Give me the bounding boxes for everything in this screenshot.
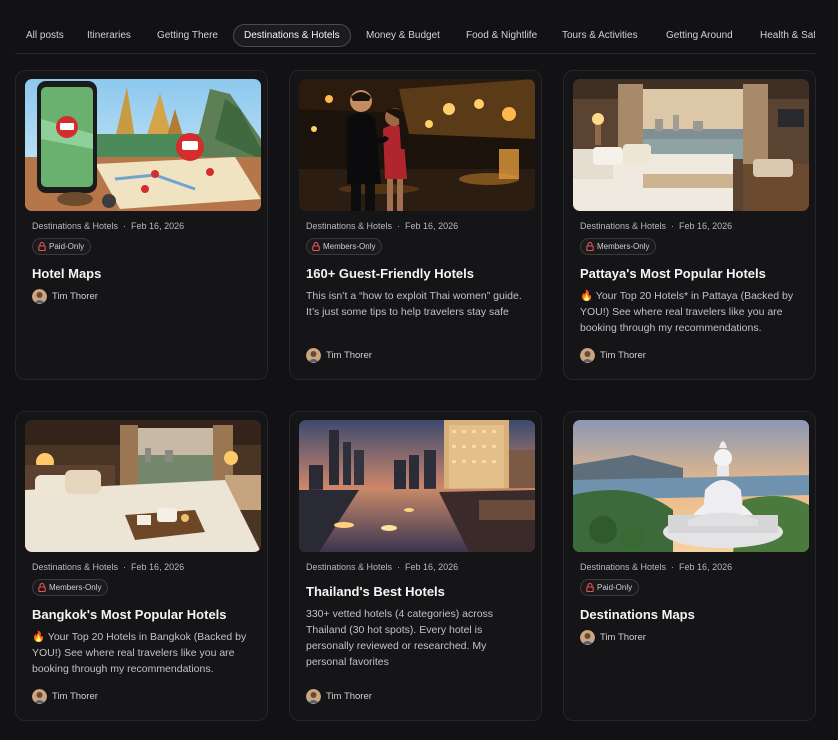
post-meta: Destinations & Hotels · Feb 16, 2026 [32,562,184,572]
access-badge: Members-Only [306,238,383,255]
post-title[interactable]: Destinations Maps [580,607,695,622]
post-category[interactable]: Destinations & Hotels [32,221,118,231]
post-card[interactable]: Destinations & Hotels · Feb 16, 2026 Membe… [15,411,268,721]
post-card[interactable]: Destinations & Hotels · Feb 16, 2026 Membe… [289,70,542,380]
tab-itineraries[interactable]: Itineraries [76,24,142,47]
tab-getting-around[interactable]: Getting Around [655,24,744,47]
meta-separator: · [123,562,127,572]
meta-separator: · [397,221,401,231]
access-badge: Members-Only [580,238,657,255]
post-title[interactable]: Hotel Maps [32,266,101,281]
post-author[interactable]: Tim Thorer [580,348,646,364]
category-tabs: All posts Itineraries Getting There Dest… [0,0,838,54]
post-date: Feb 16, 2026 [679,562,733,572]
post-title[interactable]: Thailand's Best Hotels [306,584,445,599]
avatar [580,630,595,645]
post-thumbnail[interactable] [299,420,535,552]
lock-icon [586,583,594,592]
post-thumbnail[interactable] [25,420,261,552]
post-title[interactable]: 160+ Guest-Friendly Hotels [306,266,474,281]
post-author[interactable]: Tim Thorer [32,689,98,705]
post-meta: Destinations & Hotels · Feb 16, 2026 [580,562,732,572]
lock-icon [38,583,46,592]
post-author[interactable]: Tim Thorer [32,289,98,305]
lock-icon [38,242,46,251]
access-label: Members-Only [49,583,102,592]
post-date: Feb 16, 2026 [131,221,185,231]
post-thumbnail[interactable] [25,79,261,211]
post-excerpt: This isn’t a “how to exploit Thai women”… [306,290,522,318]
tab-destinations-hotels[interactable]: Destinations & Hotels [233,24,351,47]
tab-money-budget[interactable]: Money & Budget [355,24,451,47]
meta-separator: · [671,221,675,231]
post-card[interactable]: Destinations & Hotels · Feb 16, 2026 Paid-… [15,70,268,380]
post-thumbnail[interactable] [299,79,535,211]
author-name: Tim Thorer [326,350,372,361]
post-author[interactable]: Tim Thorer [580,630,646,646]
post-category[interactable]: Destinations & Hotels [580,562,666,572]
access-label: Members-Only [597,242,650,251]
avatar [306,348,321,363]
post-date: Feb 16, 2026 [405,562,459,572]
meta-separator: · [397,562,401,572]
author-name: Tim Thorer [52,691,98,702]
access-badge: Paid-Only [32,238,92,255]
post-thumbnail[interactable] [573,79,809,211]
meta-separator: · [123,221,127,231]
post-meta: Destinations & Hotels · Feb 16, 2026 [580,221,732,231]
access-label: Paid-Only [49,242,85,251]
post-card[interactable]: Destinations & Hotels · Feb 16, 2026 Paid-… [563,411,816,721]
access-label: Members-Only [323,242,376,251]
post-excerpt: 🔥 Your Top 20 Hotels* in Pattaya (Backed… [580,290,794,334]
post-date: Feb 16, 2026 [131,562,185,572]
post-date: Feb 16, 2026 [679,221,733,231]
avatar [306,689,321,704]
post-meta: Destinations & Hotels · Feb 16, 2026 [306,221,458,231]
tab-getting-there[interactable]: Getting There [146,24,229,47]
post-excerpt: 🔥 Your Top 20 Hotels in Bangkok (Backed … [32,631,247,675]
post-category[interactable]: Destinations & Hotels [580,221,666,231]
avatar [32,289,47,304]
post-card[interactable]: Destinations & Hotels · Feb 16, 2026 Thail… [289,411,542,721]
tab-tours-activities[interactable]: Tours & Activities [551,24,649,47]
tab-food-nightlife[interactable]: Food & Nightlife [455,24,548,47]
tabs-divider [15,53,816,54]
access-badge: Paid-Only [580,579,640,596]
lock-icon [312,242,320,251]
post-excerpt: 330+ vetted hotels (4 categories) across… [306,608,494,668]
post-category[interactable]: Destinations & Hotels [306,221,392,231]
access-badge: Members-Only [32,579,109,596]
tabs-track: All posts Itineraries Getting There Dest… [15,24,815,48]
author-name: Tim Thorer [600,350,646,361]
author-name: Tim Thorer [600,632,646,643]
post-category[interactable]: Destinations & Hotels [306,562,392,572]
post-meta: Destinations & Hotels · Feb 16, 2026 [32,221,184,231]
avatar [580,348,595,363]
post-category[interactable]: Destinations & Hotels [32,562,118,572]
post-card[interactable]: Destinations & Hotels · Feb 16, 2026 Membe… [563,70,816,380]
avatar [32,689,47,704]
author-name: Tim Thorer [326,691,372,702]
post-date: Feb 16, 2026 [405,221,459,231]
access-label: Paid-Only [597,583,633,592]
tab-all-posts[interactable]: All posts [15,24,75,47]
meta-separator: · [671,562,675,572]
lock-icon [586,242,594,251]
author-name: Tim Thorer [52,291,98,302]
tab-health-safety[interactable]: Health & Safety [749,24,815,47]
post-author[interactable]: Tim Thorer [306,348,372,364]
post-author[interactable]: Tim Thorer [306,689,372,705]
post-title[interactable]: Bangkok's Most Popular Hotels [32,607,227,622]
post-title[interactable]: Pattaya's Most Popular Hotels [580,266,766,281]
post-meta: Destinations & Hotels · Feb 16, 2026 [306,562,458,572]
post-thumbnail[interactable] [573,420,809,552]
